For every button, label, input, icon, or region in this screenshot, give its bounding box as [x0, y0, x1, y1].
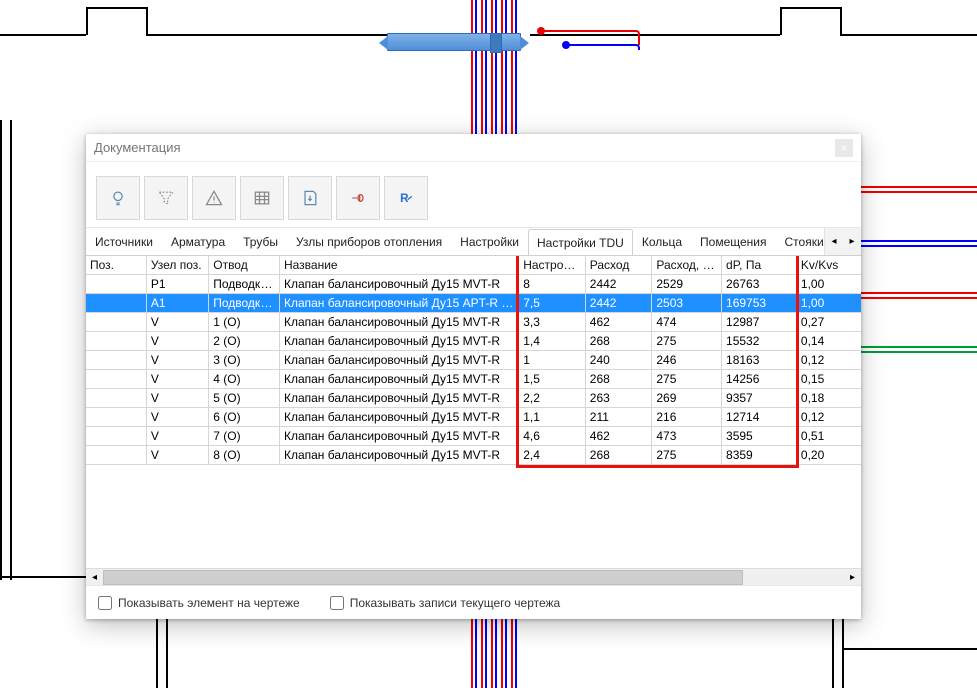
tab-3[interactable]: Узлы приборов отопления [287, 228, 451, 255]
column-header[interactable]: Расход, л/ч [652, 256, 722, 275]
toolbar: R [86, 162, 861, 228]
table-row[interactable]: V8 (O)Клапан балансировочный Ду15 MVT-R2… [86, 446, 861, 465]
pipe-icon[interactable] [336, 176, 380, 220]
tab-scroll-right[interactable]: ▸ [843, 228, 861, 255]
tab-scroll-left[interactable]: ◂ [825, 228, 843, 255]
column-header[interactable]: Kv/Kvs [796, 256, 861, 275]
tab-scroll-buttons: ◂ ▸ [824, 228, 861, 255]
revit-icon[interactable]: R [384, 176, 428, 220]
titlebar[interactable]: Документация × [86, 134, 861, 162]
documentation-dialog: Документация × R ИсточникиАрматураТрубыУ… [86, 134, 861, 619]
show-on-drawing-checkbox[interactable]: Показывать элемент на чертеже [98, 596, 300, 610]
tab-2[interactable]: Трубы [234, 228, 287, 255]
column-header[interactable]: Узел поз. [146, 256, 208, 275]
show-current-drawing-checkbox[interactable]: Показывать записи текущего чертежа [330, 596, 561, 610]
scroll-right-icon[interactable]: ▸ [844, 569, 861, 586]
table-row[interactable]: V6 (O)Клапан балансировочный Ду15 MVT-R1… [86, 408, 861, 427]
scrollbar-thumb[interactable] [103, 570, 743, 585]
tab-7[interactable]: Помещения [691, 228, 775, 255]
column-header[interactable]: Поз. [86, 256, 146, 275]
column-header[interactable]: Отвод [209, 256, 280, 275]
table-header-row: Поз.Узел поз.ОтводНазваниеНастройкаРасхо… [86, 256, 861, 275]
table-area: Поз.Узел поз.ОтводНазваниеНастройкаРасхо… [86, 256, 861, 568]
tab-1[interactable]: Арматура [162, 228, 234, 255]
filter-icon[interactable] [144, 176, 188, 220]
tab-5[interactable]: Настройки TDU [528, 229, 633, 256]
data-table[interactable]: Поз.Узел поз.ОтводНазваниеНастройкаРасхо… [86, 256, 861, 465]
column-header[interactable]: Название [279, 256, 518, 275]
column-header[interactable]: Расход [585, 256, 652, 275]
tab-0[interactable]: Источники [86, 228, 162, 255]
tab-4[interactable]: Настройки [451, 228, 528, 255]
column-header[interactable]: Настройка [519, 256, 586, 275]
tab-strip: ИсточникиАрматураТрубыУзлы приборов отоп… [86, 228, 861, 256]
grid-icon[interactable] [240, 176, 284, 220]
table-row[interactable]: V5 (O)Клапан балансировочный Ду15 MVT-R2… [86, 389, 861, 408]
table-row[interactable]: V7 (O)Клапан балансировочный Ду15 MVT-R4… [86, 427, 861, 446]
table-row[interactable]: P1Подводка...Клапан балансировочный Ду15… [86, 275, 861, 294]
scroll-left-icon[interactable]: ◂ [86, 569, 103, 586]
table-row[interactable]: V4 (O)Клапан балансировочный Ду15 MVT-R1… [86, 370, 861, 389]
horizontal-scrollbar[interactable]: ◂ ▸ [86, 568, 861, 585]
table-row[interactable]: V2 (O)Клапан балансировочный Ду15 MVT-R1… [86, 332, 861, 351]
bulb-icon[interactable] [96, 176, 140, 220]
dialog-title: Документация [94, 140, 181, 155]
dialog-footer: Показывать элемент на чертеже Показывать… [86, 585, 861, 619]
table-row[interactable]: V1 (O)Клапан балансировочный Ду15 MVT-R3… [86, 313, 861, 332]
svg-text:R: R [400, 192, 409, 205]
warning-icon[interactable] [192, 176, 236, 220]
balancing-valve-symbol [387, 33, 521, 51]
close-icon[interactable]: × [835, 139, 853, 157]
tab-6[interactable]: Кольца [633, 228, 691, 255]
table-row[interactable]: V3 (O)Клапан балансировочный Ду15 MVT-R1… [86, 351, 861, 370]
export-icon[interactable] [288, 176, 332, 220]
column-header[interactable]: dP, Па [722, 256, 797, 275]
table-row[interactable]: A1Подводка...Клапан балансировочный Ду15… [86, 294, 861, 313]
